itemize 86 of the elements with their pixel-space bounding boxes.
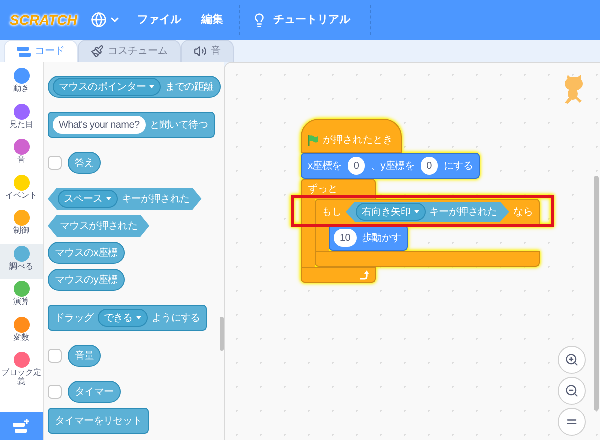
input-field[interactable]: What's your name?: [53, 116, 146, 134]
motion-block[interactable]: x座標を 0 、y座標を 0 にする: [301, 153, 480, 179]
scrollbar[interactable]: [594, 176, 599, 411]
checkbox[interactable]: [48, 349, 62, 363]
block-label: ドラッグ: [54, 312, 95, 326]
loop-arrow-icon: [359, 270, 369, 280]
speaker-icon: [194, 45, 207, 58]
checkbox[interactable]: [48, 156, 62, 170]
motion-block[interactable]: 10 歩動かす: [329, 225, 408, 251]
block-label: マウスが押された: [59, 220, 139, 234]
add-extension-button[interactable]: [0, 412, 43, 440]
dropdown-menu[interactable]: できる: [98, 309, 148, 327]
hat-block[interactable]: が押されたとき: [301, 119, 402, 153]
tutorial-button[interactable]: チュートリアル: [252, 12, 358, 28]
if-block-arm: [315, 225, 329, 251]
block-label: マウスのx座標: [54, 246, 119, 260]
dropdown-menu[interactable]: 右向き矢印: [356, 203, 426, 221]
flag-icon: [308, 134, 319, 146]
stack-block[interactable]: ドラッグ できる ようにする: [48, 305, 208, 331]
block-label: キーが押された: [120, 192, 191, 206]
extension-icon: [12, 419, 30, 433]
block-label: キーが押された: [428, 206, 498, 220]
zoom-in-button[interactable]: [558, 346, 586, 374]
if-block[interactable]: もし 右向き矢印 キーが押された なら: [315, 199, 540, 225]
caret-icon: [414, 210, 420, 214]
block-label: 歩動かす: [362, 232, 402, 246]
block-label: x座標を: [307, 160, 343, 174]
tab[interactable]: 音: [181, 40, 234, 62]
category-item[interactable]: ブロック定義: [0, 350, 43, 386]
globe-icon: [91, 12, 108, 28]
block-label: タイマー: [74, 386, 115, 400]
dropdown-menu[interactable]: スペース: [58, 190, 118, 208]
category-label: 調べる: [8, 262, 34, 270]
category-label: 音: [16, 155, 26, 164]
caret-icon: [106, 197, 112, 201]
zoom-in-icon: [565, 353, 579, 367]
tab[interactable]: コード: [4, 40, 78, 62]
boolean-block[interactable]: マウスが押された: [48, 215, 150, 237]
scrollbar[interactable]: [220, 317, 224, 351]
category-label: ブロック定義: [2, 368, 42, 386]
category-label: 変数: [12, 332, 30, 342]
reporter-block[interactable]: マウスのポインター までの距離: [48, 76, 221, 98]
brush-icon: [91, 45, 104, 58]
block-label: 、y座標を: [370, 160, 416, 174]
boolean-block[interactable]: スペース キーが押された: [48, 188, 202, 210]
block-label: もし: [322, 206, 342, 220]
zoom-out-button[interactable]: [558, 377, 586, 405]
category-label: 制御: [12, 226, 30, 235]
blocks-icon: [17, 46, 31, 56]
reporter-block[interactable]: マウスのx座標: [48, 242, 125, 264]
dropdown-menu[interactable]: マウスのポインター: [53, 78, 162, 96]
category-label: イベント: [4, 190, 38, 200]
block-label: ずっと: [308, 182, 338, 197]
stack-block[interactable]: タイマーをリセット: [48, 408, 150, 434]
block-label: にする: [442, 160, 474, 174]
block-label: と聞いて待つ: [148, 118, 209, 132]
reporter-block[interactable]: タイマー: [68, 381, 121, 403]
block-label: 音量: [74, 350, 96, 364]
block-label: タイマーをリセット: [54, 414, 144, 428]
category-label: 動き: [12, 84, 30, 93]
category-item[interactable]: 調べる: [0, 244, 43, 279]
language-button[interactable]: [91, 12, 122, 28]
reporter-block[interactable]: マウスのy座標: [48, 269, 125, 291]
category-label: 演算: [12, 297, 30, 306]
checkbox[interactable]: [48, 385, 62, 399]
menu-item[interactable]: ファイル: [133, 12, 186, 28]
block-label: までの距離: [164, 80, 215, 94]
input-field[interactable]: 0: [348, 157, 366, 175]
zoom-out-icon: [565, 384, 579, 398]
menu-item[interactable]: 編集: [197, 12, 228, 28]
caret-icon: [136, 316, 142, 320]
category-label: 見た目: [8, 120, 34, 128]
block-label: マウスのy座標: [54, 274, 119, 288]
input-field[interactable]: 0: [420, 157, 438, 175]
reporter-block[interactable]: 答え: [68, 152, 102, 174]
input-field[interactable]: 10: [334, 229, 357, 247]
stack-block[interactable]: What's your name? と聞いて待つ: [48, 112, 215, 138]
reset-zoom-button[interactable]: [558, 408, 586, 436]
boolean-block[interactable]: 右向き矢印 キーが押された: [346, 202, 510, 222]
caret-icon: [149, 85, 156, 89]
tab[interactable]: コスチューム: [78, 40, 181, 62]
block-label: 答え: [74, 156, 96, 170]
block-label: ようにする: [150, 312, 202, 326]
block-label: なら: [513, 206, 534, 220]
block-label: が押されたとき: [323, 134, 393, 148]
reporter-block[interactable]: 音量: [68, 345, 102, 367]
